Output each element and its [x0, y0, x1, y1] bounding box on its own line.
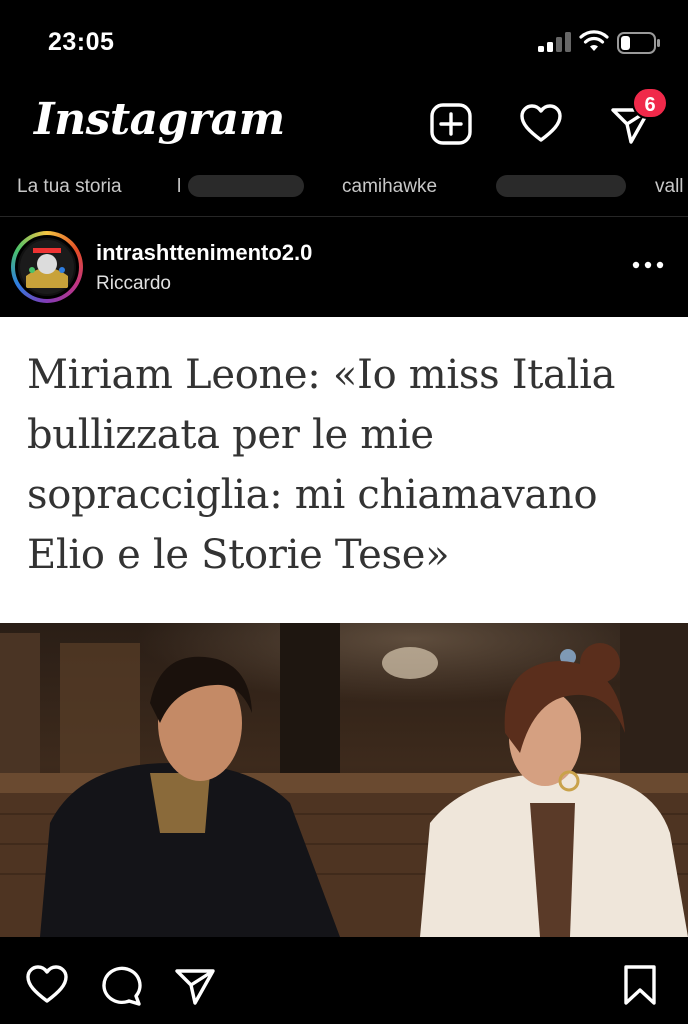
post-image[interactable]: Miriam Leone: «Io miss Italia bullizzata…	[0, 317, 688, 937]
post-username[interactable]: intrashttenimento2.0	[96, 240, 312, 266]
redacted-username	[188, 175, 304, 197]
app-header: Instagram	[0, 80, 688, 168]
avatar-image	[15, 235, 79, 299]
signal-icon	[538, 32, 571, 52]
post-subtitle[interactable]: Riccardo	[96, 273, 171, 295]
story-item[interactable]: l	[177, 176, 181, 198]
status-bar: 23:05	[0, 0, 688, 80]
story-camihawke[interactable]: camihawke	[342, 176, 437, 198]
new-post-button[interactable]	[429, 102, 473, 146]
battery-icon	[617, 32, 660, 54]
like-button[interactable]	[25, 963, 69, 1007]
avatar-graphic	[20, 240, 74, 294]
avatar[interactable]	[11, 231, 83, 303]
post-header: intrashttenimento2.0 Riccardo	[0, 217, 688, 317]
comment-button[interactable]	[99, 963, 143, 1007]
share-button[interactable]	[173, 963, 217, 1007]
activity-heart-button[interactable]	[519, 102, 563, 146]
save-bookmark-button[interactable]	[618, 963, 662, 1007]
instagram-logo: Instagram	[34, 94, 285, 145]
story-item[interactable]: vall	[655, 176, 684, 198]
post-action-bar	[0, 937, 688, 1024]
more-options-icon[interactable]	[630, 255, 666, 275]
article-headline: Miriam Leone: «Io miss Italia bullizzata…	[27, 352, 616, 578]
stories-row[interactable]: La tua storia l camihawke vall	[0, 168, 688, 214]
status-time: 23:05	[48, 28, 115, 56]
story-your-story[interactable]: La tua storia	[17, 176, 122, 198]
notification-badge: 6	[632, 87, 668, 119]
redacted-username	[496, 175, 626, 197]
movie-still-photo	[0, 623, 688, 937]
wifi-icon	[579, 30, 609, 51]
